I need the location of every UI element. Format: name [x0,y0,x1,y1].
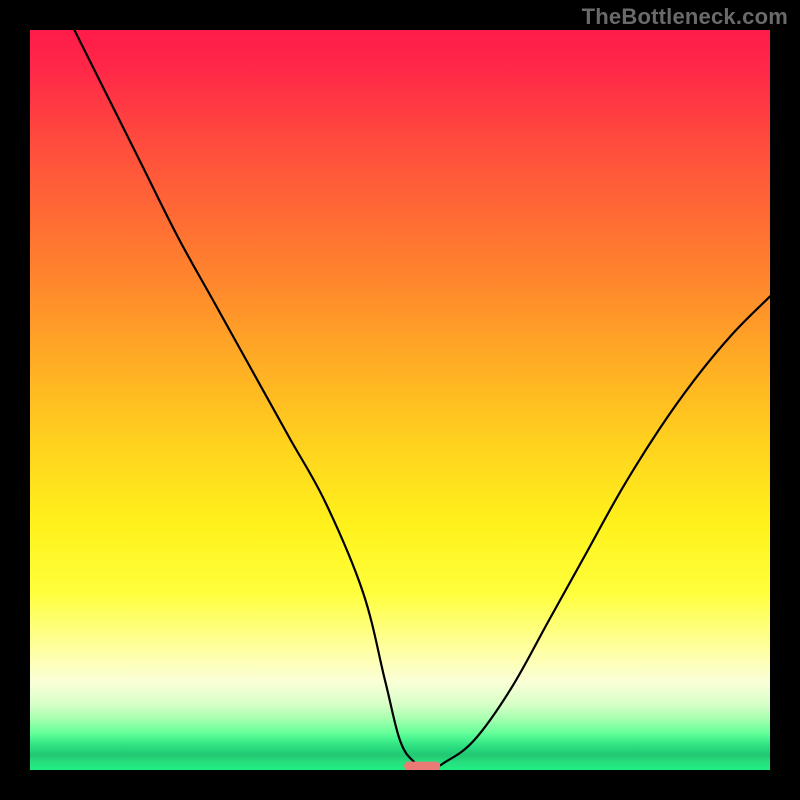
optimal-marker [404,762,440,770]
bottleneck-curve [74,30,770,770]
chart-frame: TheBottleneck.com [0,0,800,800]
watermark-text: TheBottleneck.com [582,4,788,30]
chart-svg [30,30,770,770]
plot-area [30,30,770,770]
